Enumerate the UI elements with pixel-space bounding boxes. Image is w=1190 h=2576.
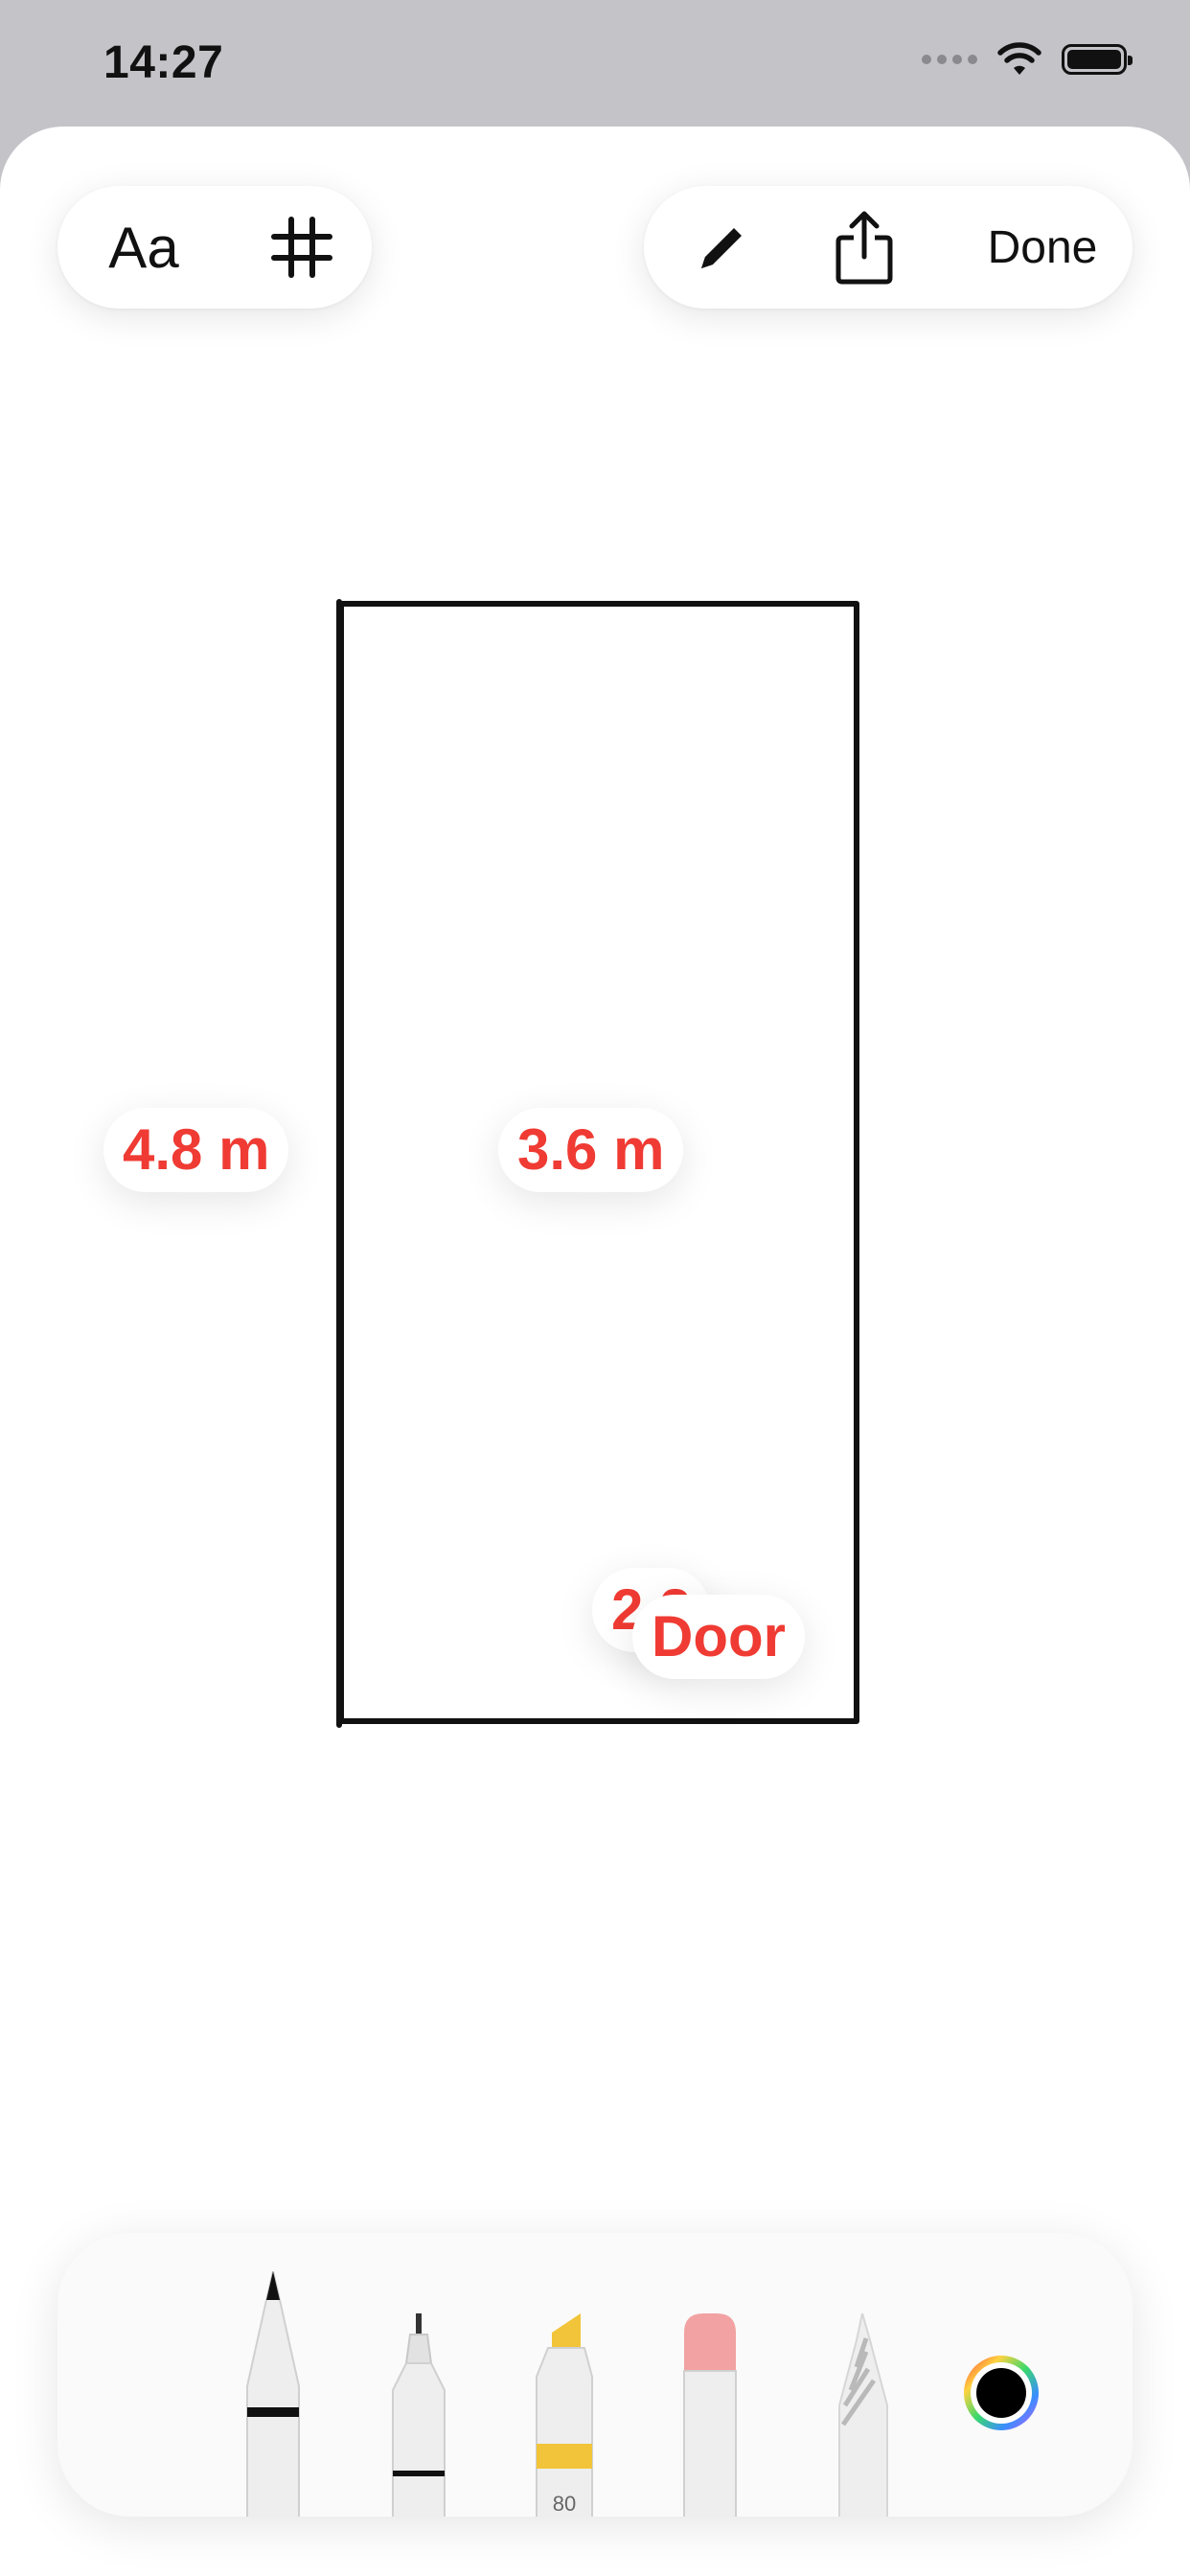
wifi-icon — [997, 42, 1041, 75]
battery-icon — [1062, 44, 1133, 75]
marker-opacity-label: 80 — [553, 2492, 576, 2516]
tool-palette: 80 — [57, 2233, 1133, 2517]
marker-tool[interactable]: 80 — [531, 2313, 598, 2517]
lasso-tool[interactable] — [830, 2313, 897, 2517]
dimension-label-center[interactable]: 3.6 m — [498, 1108, 684, 1192]
pen-tool[interactable] — [240, 2271, 307, 2517]
grid-button[interactable] — [259, 186, 345, 309]
signal-dots-icon — [922, 55, 977, 64]
status-icons — [922, 42, 1133, 77]
status-bar: 14:27 — [0, 0, 1190, 126]
pencil-icon — [701, 228, 742, 268]
share-icon — [835, 211, 893, 285]
marker-tool-icon: 80 — [536, 2313, 593, 2517]
dimension-label-left[interactable]: 4.8 m — [103, 1108, 289, 1192]
text-format-button[interactable]: Aa — [96, 186, 192, 309]
lasso-tool-icon — [838, 2313, 888, 2517]
color-picker-button[interactable] — [960, 2352, 1042, 2434]
done-button[interactable]: Done — [977, 186, 1108, 309]
share-button[interactable] — [826, 186, 903, 309]
drawing-sheet[interactable] — [0, 126, 1190, 2576]
markup-button[interactable] — [682, 186, 759, 309]
eraser-tool[interactable] — [676, 2313, 744, 2517]
fineliner-tool-icon — [392, 2313, 446, 2517]
action-toolbar: Done — [644, 186, 1133, 309]
fineliner-tool[interactable] — [385, 2313, 452, 2517]
color-wheel-icon — [964, 2356, 1039, 2430]
hash-grid-icon — [271, 217, 332, 278]
format-toolbar: Aa — [57, 186, 372, 309]
status-time: 14:27 — [103, 37, 224, 88]
door-label[interactable]: Door — [632, 1595, 805, 1679]
pen-tool-icon — [246, 2271, 300, 2517]
eraser-tool-icon — [683, 2313, 737, 2517]
